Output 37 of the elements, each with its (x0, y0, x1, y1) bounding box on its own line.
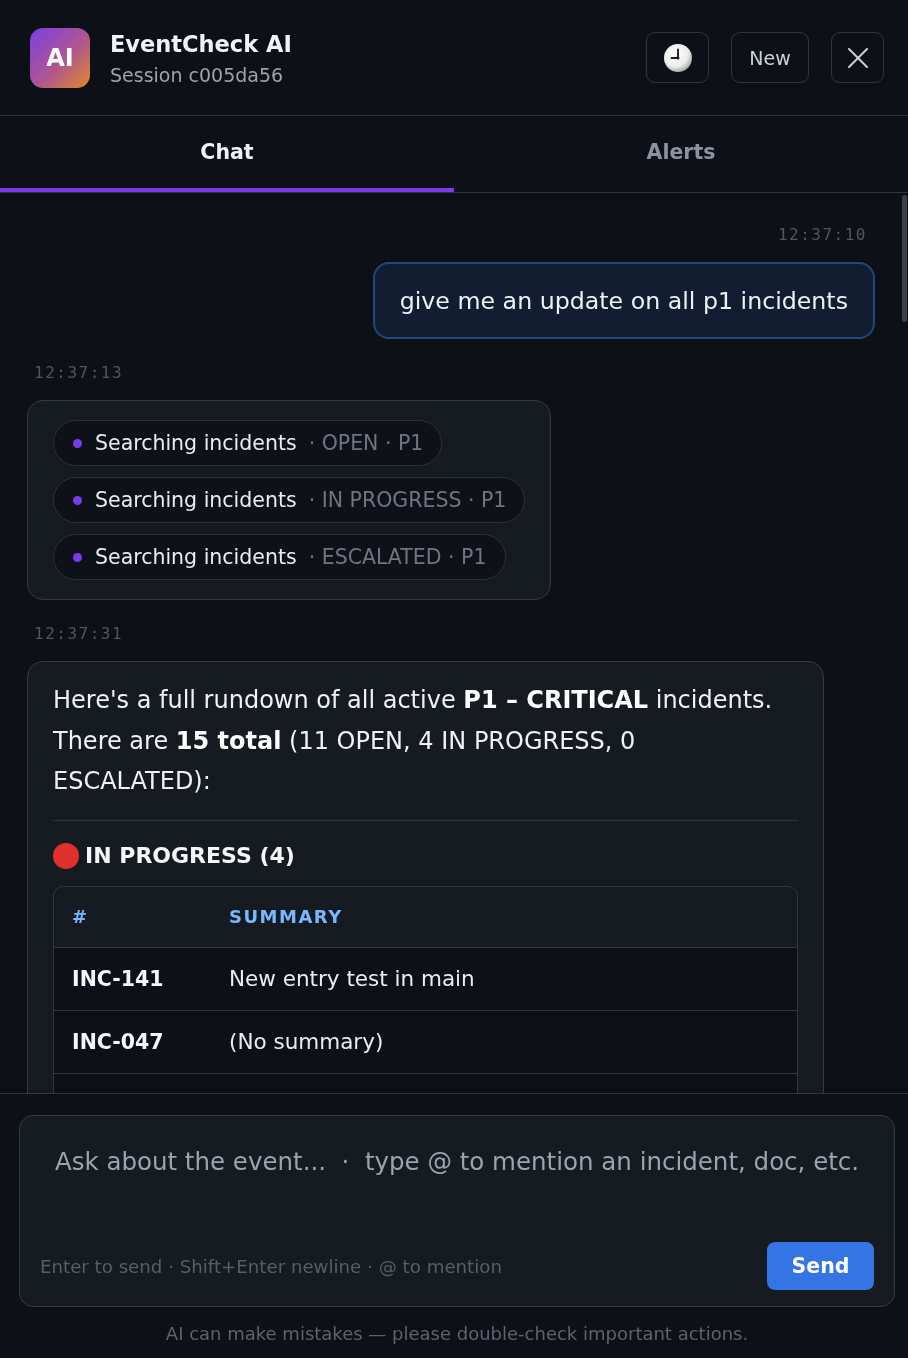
status-dot-icon (73, 552, 82, 562)
close-button[interactable] (831, 32, 884, 83)
send-button[interactable]: Send (767, 1242, 874, 1290)
table-cell: New entry test in main (229, 966, 475, 991)
input-hint: Enter to send · Shift+Enter newline · @ to mention (40, 1255, 502, 1277)
session-id: Session c005da56 (110, 63, 284, 86)
clock-icon (663, 43, 692, 72)
app-title: EventCheck AI (110, 29, 292, 58)
user-message: give me an update on all p1 incidents (372, 262, 875, 339)
new-chat-button[interactable]: New (731, 32, 809, 83)
step-label: Searching incidents (95, 488, 297, 512)
step-detail: · ESCALATED · P1 (308, 545, 487, 569)
section-heading: IN PROGRESS (4) (85, 843, 295, 868)
step-label: Searching incidents (95, 431, 297, 455)
tab[interactable]: Alerts (454, 116, 908, 192)
close-icon (847, 47, 868, 68)
message-time: 12:37:10 (777, 225, 867, 245)
status-dot-icon (73, 438, 82, 448)
app-logo: AI (30, 27, 90, 88)
column-header: # (72, 906, 89, 927)
table-cell: INC-047 (72, 1029, 164, 1054)
message-input[interactable]: Ask about the event... · type @ to mention an incident, doc, etc. (40, 1116, 874, 1242)
disclaimer-text: AI can make mistakes — please double-check important actions. (165, 1323, 749, 1344)
table-cell: INC-141 (72, 966, 164, 991)
step-detail: · OPEN · P1 (308, 431, 424, 455)
step-label: Searching incidents (95, 545, 297, 569)
table-cell: (No summary) (229, 1029, 384, 1054)
column-header: SUMMARY (229, 906, 343, 927)
scrollbar-thumb[interactable] (902, 195, 907, 322)
status-dot-icon (73, 495, 82, 505)
step-detail: · IN PROGRESS · P1 (308, 488, 507, 512)
tab[interactable]: Chat (0, 116, 454, 192)
history-button[interactable] (646, 32, 709, 83)
composer-panel[interactable]: Ask about the event... · type @ to mention an incident, doc, etc. Enter to send · Shift+Enter newline · @ to mention Send (19, 1115, 895, 1307)
message-time: 12:37:13 (34, 363, 124, 383)
message-text: Here's a full rundown of all active P1 – CRITICAL incidents. There are 15 total (11 OPEN, 4 IN PROGRESS, 0 ESCALATED): (53, 685, 774, 797)
message-time: 12:37:31 (34, 624, 124, 644)
